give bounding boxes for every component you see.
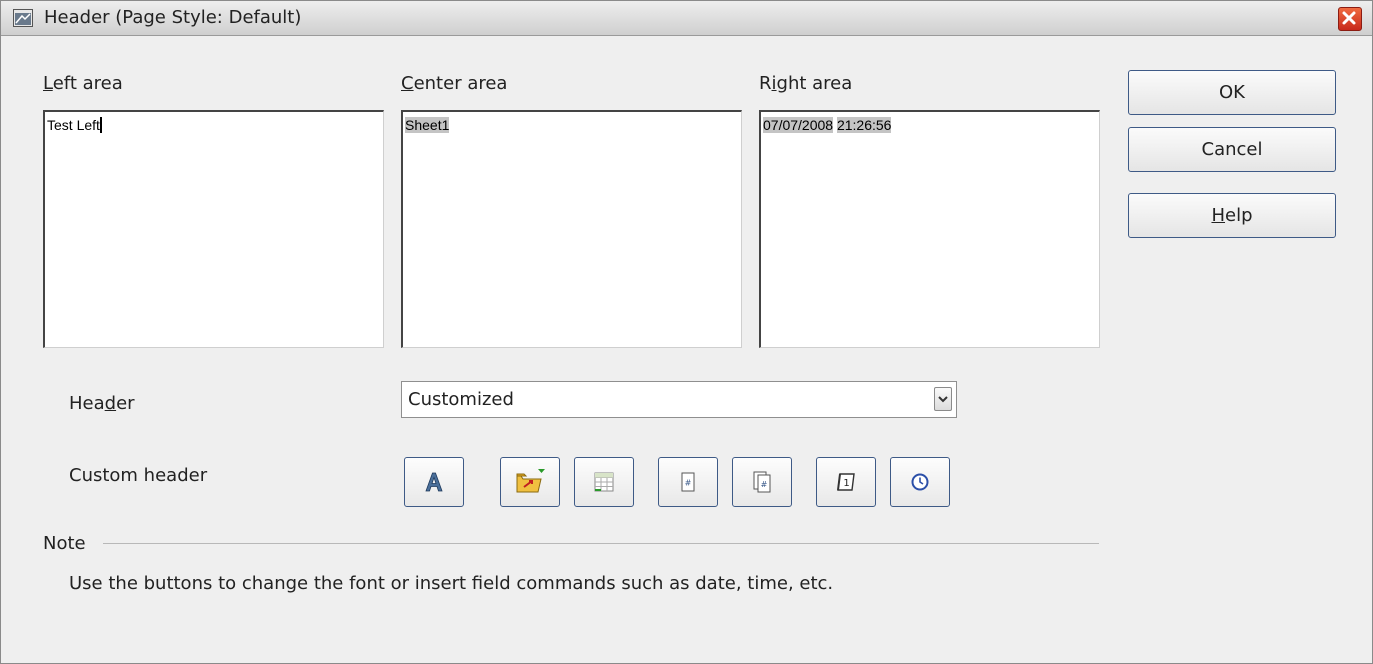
svg-text:1: 1 [843,478,849,489]
window-title: Header (Page Style: Default) [44,7,302,28]
header-label: Header [69,393,135,414]
calendar-icon: 1 [837,473,855,491]
header-select-value: Customized [408,389,514,410]
header-select[interactable]: Customized [401,381,957,418]
text-attributes-button[interactable] [404,457,464,507]
page-count-icon: # [753,471,771,493]
right-area-editor[interactable]: 07/07/2008 21:26:56 [759,110,1100,348]
chevron-down-icon [938,396,948,403]
close-button[interactable] [1338,7,1362,31]
dropdown-button[interactable] [934,387,952,411]
note-label: Note [43,533,86,554]
page-button[interactable]: # [658,457,718,507]
date-field: 07/07/2008 [763,117,834,133]
svg-text:#: # [685,479,692,488]
center-area-label: Center area [401,73,508,94]
note-text: Use the buttons to change the font or in… [69,573,834,594]
right-area-content: 07/07/2008 21:26:56 [763,117,892,133]
left-area-content: Test Left [47,117,102,133]
sheet-icon [594,472,614,492]
close-icon [1342,11,1356,25]
custom-header-label: Custom header [69,465,208,486]
svg-text:#: # [761,480,768,489]
font-attributes-icon [425,472,443,492]
sheet-name-field: Sheet1 [405,117,450,133]
time-field: 21:26:56 [836,117,892,133]
app-icon [13,9,33,27]
sheet-name-button[interactable] [574,457,634,507]
ok-button[interactable]: OK [1128,70,1336,115]
page-number-icon: # [681,472,695,492]
time-button[interactable] [890,457,950,507]
header-dialog: Header (Page Style: Default) Left area C… [0,0,1373,664]
title-bar[interactable]: Header (Page Style: Default) [1,1,1372,36]
clock-icon [911,473,929,491]
left-area-editor[interactable]: Test Left [43,110,384,348]
pages-button[interactable]: # [732,457,792,507]
help-button[interactable]: Help [1128,193,1336,238]
left-area-label: Left area [43,73,123,94]
folder-icon [516,469,545,493]
note-divider [103,543,1099,544]
right-area-label: Right area [759,73,853,94]
date-button[interactable]: 1 [816,457,876,507]
cancel-button[interactable]: Cancel [1128,127,1336,172]
center-area-content: Sheet1 [405,117,450,133]
center-area-editor[interactable]: Sheet1 [401,110,742,348]
file-name-button[interactable] [500,457,560,507]
text-cursor [99,117,102,133]
